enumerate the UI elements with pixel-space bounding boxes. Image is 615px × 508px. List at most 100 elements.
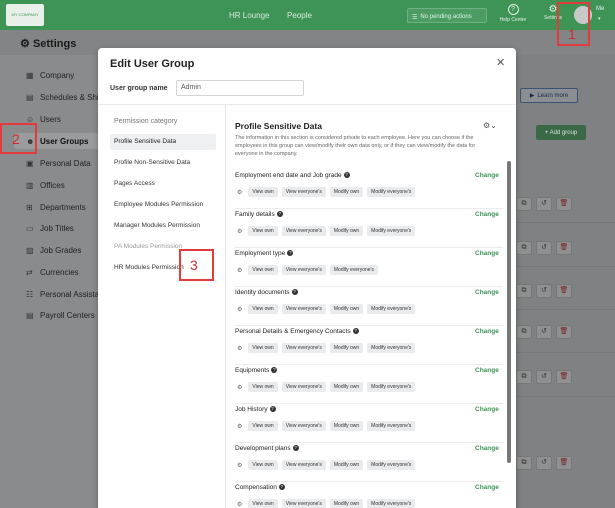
help-icon: ? — [507, 4, 519, 15]
help-icon[interactable]: ? — [343, 172, 350, 179]
sidebar-item-label: Currencies — [40, 268, 79, 277]
scrollbar[interactable] — [507, 161, 511, 463]
sidebar-item-departments[interactable]: ⊞ Departments — [26, 203, 86, 212]
help-icon[interactable]: ? — [292, 445, 299, 452]
help-centre-button[interactable]: ? Help Centre — [496, 4, 530, 23]
permission-section: Job History? Change ⚙ View own View everyo… — [235, 404, 503, 443]
change-link[interactable]: Change — [475, 445, 499, 452]
section-name: Employment type — [235, 250, 286, 257]
delete-icon[interactable]: 🗑 — [556, 284, 572, 298]
sidebar-item-label: Job Grades — [40, 246, 82, 255]
history-icon[interactable]: ↺ — [536, 284, 552, 298]
sidebar-item-user-groups[interactable]: ☻ User Groups — [26, 137, 88, 146]
close-icon[interactable]: ✕ — [496, 56, 505, 69]
delete-icon[interactable]: 🗑 — [556, 325, 572, 339]
copy-icon[interactable]: ⧉ — [516, 241, 532, 255]
sidebar-item-personal-assistant[interactable]: ☷ Personal Assistant — [26, 290, 106, 299]
tag-modify-everyone: Modify everyone's — [367, 382, 416, 392]
gear-icon: ⚙ — [237, 384, 243, 391]
learn-more-button[interactable]: ▶ Learn more — [520, 88, 578, 103]
change-link[interactable]: Change — [475, 289, 499, 296]
gear-icon: ⚙ — [237, 306, 243, 313]
delete-icon[interactable]: 🗑 — [556, 241, 572, 255]
sidebar-item-users[interactable]: ☺ Users — [26, 115, 61, 124]
history-icon[interactable]: ↺ — [536, 370, 552, 384]
help-icon[interactable]: ? — [278, 484, 285, 491]
delete-icon[interactable]: 🗑 — [556, 370, 572, 384]
tag-view-own: View own — [248, 499, 278, 508]
tag-modify-own: Modify own — [329, 499, 364, 508]
tag-modify-everyone: Modify everyone's — [367, 343, 416, 353]
help-icon[interactable]: ? — [291, 289, 298, 296]
tag-view-everyone: View everyone's — [281, 226, 326, 236]
permission-category-list: Permission category Profile Sensitive Da… — [98, 105, 226, 508]
departments-icon: ⊞ — [26, 203, 33, 212]
delete-icon[interactable]: 🗑 — [556, 197, 572, 211]
category-employee-modules[interactable]: Employee Modules Permission — [110, 197, 216, 213]
history-icon[interactable]: ↺ — [536, 197, 552, 211]
sidebar-item-label: Departments — [40, 203, 86, 212]
sidebar-item-job-grades[interactable]: ▧ Job Grades — [26, 246, 82, 255]
change-link[interactable]: Change — [475, 250, 499, 257]
chevron-down-icon[interactable]: ▾ — [598, 16, 601, 22]
tag-view-everyone: View everyone's — [281, 187, 326, 197]
tag-view-everyone: View everyone's — [281, 460, 326, 470]
copy-icon[interactable]: ⧉ — [516, 284, 532, 298]
tag-modify-everyone: Modify everyone's — [367, 460, 416, 470]
currency-icon: ⇄ — [26, 268, 33, 277]
top-bar: MY COMPANY HR Lounge People ☰ No pending… — [0, 0, 615, 30]
sidebar-item-label: Payroll Centers — [40, 311, 95, 320]
gear-icon: ⚙ — [237, 423, 243, 430]
permission-section: Identity documents? Change ⚙ View own View… — [235, 287, 503, 326]
history-icon[interactable]: ↺ — [536, 325, 552, 339]
category-pages-access[interactable]: Pages Access — [110, 176, 216, 192]
copy-icon[interactable]: ⧉ — [516, 197, 532, 211]
sidebar-item-personal-data[interactable]: ▣ Personal Data — [26, 159, 91, 168]
nav-hr-lounge[interactable]: HR Lounge — [229, 11, 269, 20]
content-title: Profile Sensitive Data — [235, 121, 322, 131]
pending-actions-button[interactable]: ☰ No pending actions — [407, 8, 487, 23]
tag-view-everyone: View everyone's — [281, 382, 326, 392]
history-icon[interactable]: ↺ — [536, 456, 552, 470]
page-title: ⚙ Settings — [20, 37, 76, 50]
company-logo[interactable]: MY COMPANY — [6, 4, 44, 26]
change-link[interactable]: Change — [475, 367, 499, 374]
row-actions: ⧉ ↺ 🗑 — [516, 197, 588, 211]
tag-view-own: View own — [248, 382, 278, 392]
me-label[interactable]: Me — [596, 6, 604, 12]
sidebar-item-offices[interactable]: ▥ Offices — [26, 181, 65, 190]
change-link[interactable]: Change — [475, 484, 499, 491]
category-profile-sensitive[interactable]: Profile Sensitive Data — [110, 134, 216, 150]
add-group-button[interactable]: + Add group — [536, 125, 586, 140]
section-name: Identity documents — [235, 289, 290, 296]
change-link[interactable]: Change — [475, 328, 499, 335]
help-icon[interactable]: ? — [352, 328, 359, 335]
delete-icon[interactable]: 🗑 — [556, 456, 572, 470]
change-link[interactable]: Change — [475, 406, 499, 413]
copy-icon[interactable]: ⧉ — [516, 370, 532, 384]
change-link[interactable]: Change — [475, 211, 499, 218]
divider — [516, 396, 615, 397]
tag-view-own: View own — [248, 460, 278, 470]
group-name-input[interactable]: Admin — [176, 80, 304, 96]
help-icon[interactable]: ? — [276, 211, 283, 218]
sidebar-item-job-titles[interactable]: ▭ Job Titles — [26, 224, 74, 233]
person-card-icon: ▣ — [26, 159, 34, 168]
help-icon[interactable]: ? — [287, 250, 294, 257]
history-icon[interactable]: ↺ — [536, 241, 552, 255]
page-title-text: Settings — [32, 38, 77, 50]
change-link[interactable]: Change — [475, 172, 499, 179]
sidebar-item-company[interactable]: ▦ Company — [26, 71, 74, 80]
copy-icon[interactable]: ⧉ — [516, 325, 532, 339]
sidebar-item-currencies[interactable]: ⇄ Currencies — [26, 268, 79, 277]
sidebar-item-payroll-centers[interactable]: ▤ Payroll Centers — [26, 311, 95, 320]
help-icon[interactable]: ? — [271, 367, 278, 374]
category-profile-non-sensitive[interactable]: Profile Non-Sensitive Data — [110, 155, 216, 171]
category-manager-modules[interactable]: Manager Modules Permission — [110, 218, 216, 234]
help-icon[interactable]: ? — [269, 406, 276, 413]
tag-view-everyone: View everyone's — [281, 421, 326, 431]
gear-dropdown-icon[interactable]: ⚙⌄ — [483, 121, 497, 130]
nav-people[interactable]: People — [287, 11, 312, 20]
copy-icon[interactable]: ⧉ — [516, 456, 532, 470]
sidebar-item-label: Offices — [40, 181, 65, 190]
